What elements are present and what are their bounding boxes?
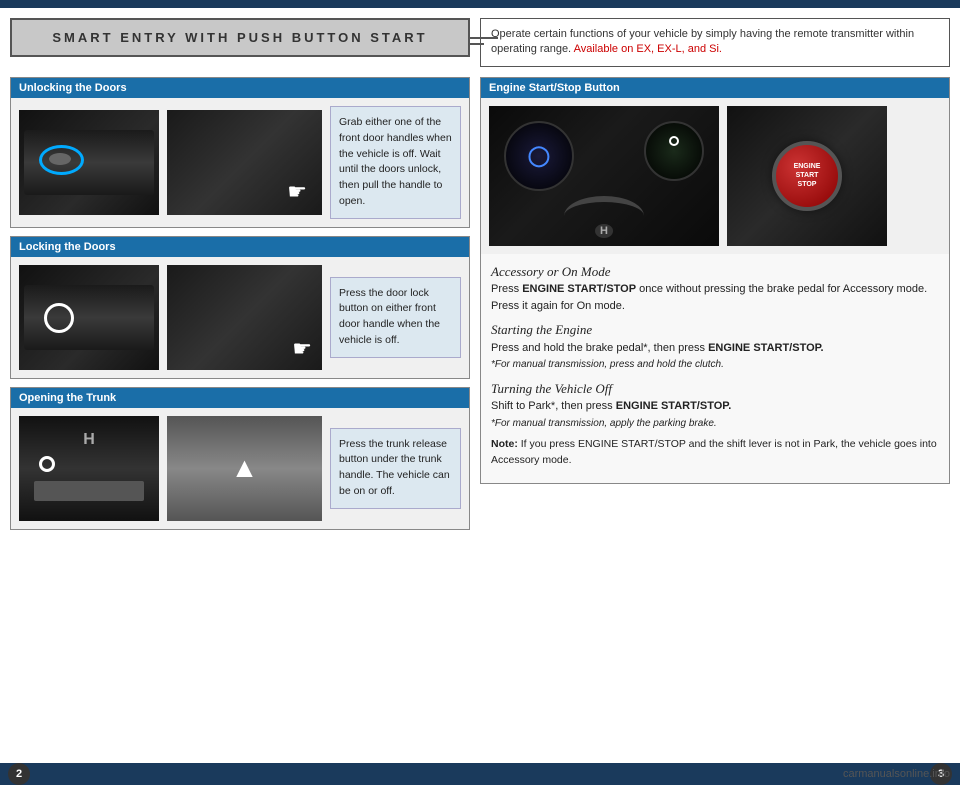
dashboard-image: ◯ H [489,106,719,246]
locking-description: Press the door lock button on either fro… [330,277,461,358]
turning-title: Turning the Vehicle Off [491,381,612,396]
starting-note: *For manual transmission, press and hold… [491,359,724,370]
engine-start-button: ENGINE START STOP [772,141,842,211]
locking-section: Locking the Doors ☛ Press the door l [10,236,470,379]
accessory-title: Accessory or On Mode [491,264,611,279]
left-column: SMART ENTRY WITH PUSH BUTTON START Unloc… [10,18,470,753]
engine-images-area: ◯ H ENG [481,98,949,254]
availability-text: Available on EX, EX-L, and Si. [574,43,722,55]
trunk-header: Opening the Trunk [11,388,469,408]
trunk-body: H ▲ Press the trunk release button under… [11,408,469,529]
top-bar [0,0,960,8]
locking-secondary-image: ☛ [167,265,322,370]
starting-title: Starting the Engine [491,322,592,337]
unlocking-body: ☛ Grab either one of the front door hand… [11,98,469,227]
right-column: Operate certain functions of your vehicl… [480,18,950,753]
note-text: Note: If you press ENGINE START/STOP and… [491,437,939,469]
locking-header: Locking the Doors [11,237,469,257]
starting-text: Press and hold the brake pedal*, then pr… [491,342,824,354]
locking-body: ☛ Press the door lock button on either f… [11,257,469,378]
engine-text-content: Accessory or On Mode Press ENGINE START/… [481,254,949,483]
page-number-left: 2 [8,763,30,785]
unlocking-section: Unlocking the Doors [10,77,470,228]
info-box: Operate certain functions of your vehicl… [480,18,950,67]
unlocking-header: Unlocking the Doors [11,78,469,98]
unlocking-description: Grab either one of the front door handle… [330,106,461,219]
trunk-secondary-image: ▲ [167,416,322,521]
engine-header: Engine Start/Stop Button [481,78,949,98]
page-title: SMART ENTRY WITH PUSH BUTTON START [10,18,470,57]
engine-section: Engine Start/Stop Button ◯ H [480,77,950,484]
locking-main-image [19,265,159,370]
turning-text: Shift to Park*, then press ENGINE START/… [491,400,731,412]
turning-note: *For manual transmission, apply the park… [491,418,717,429]
start-button-image: ENGINE START STOP [727,106,887,246]
trunk-description: Press the trunk release button under the… [330,428,461,509]
bottom-bar: 2 3 [0,763,960,785]
trunk-main-image: H [19,416,159,521]
accessory-text: Press ENGINE START/STOP once without pre… [491,283,927,312]
watermark: carmanualsonline.info [843,768,950,780]
door-image [19,110,159,215]
door-handle-image: ☛ [167,110,322,215]
trunk-section: Opening the Trunk H ▲ [10,387,470,530]
